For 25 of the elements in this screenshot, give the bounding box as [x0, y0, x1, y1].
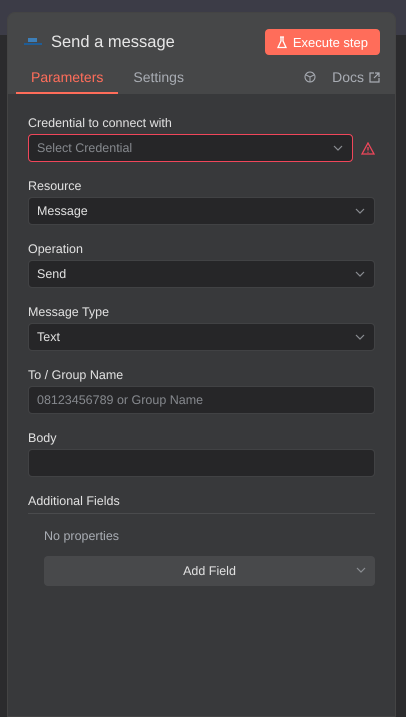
node-title: Send a message [51, 32, 175, 52]
select-field[interactable]: Message [28, 197, 375, 225]
tab[interactable]: Parameters [16, 61, 118, 94]
ship-icon [24, 37, 42, 47]
execute-step-button[interactable]: Execute step [264, 29, 380, 55]
cube-icon [304, 71, 316, 83]
field-label: Credential to connect with [28, 116, 173, 130]
flask-icon [276, 36, 287, 48]
field-label: To / Group Name [28, 368, 124, 382]
field-label: Body [28, 431, 58, 445]
input-field[interactable]: 08123456789 or Group Name [28, 386, 375, 414]
add-field-button[interactable]: Add Field [44, 556, 375, 586]
section-title: Additional Fields [28, 494, 375, 514]
warning-icon [361, 142, 375, 154]
docs-link[interactable]: Docs [332, 69, 380, 94]
select-field[interactable]: Text [28, 323, 375, 351]
select-field[interactable]: Select Credential [28, 134, 353, 162]
select-field[interactable]: Send [28, 260, 375, 288]
field-label: Message Type [28, 305, 110, 319]
field-label: Resource [28, 179, 82, 193]
empty-message: No properties [44, 529, 120, 543]
tab[interactable]: Settings [118, 61, 199, 94]
external-link-icon [369, 72, 380, 82]
input-field[interactable] [28, 449, 375, 477]
field-label: Operation [28, 242, 84, 256]
